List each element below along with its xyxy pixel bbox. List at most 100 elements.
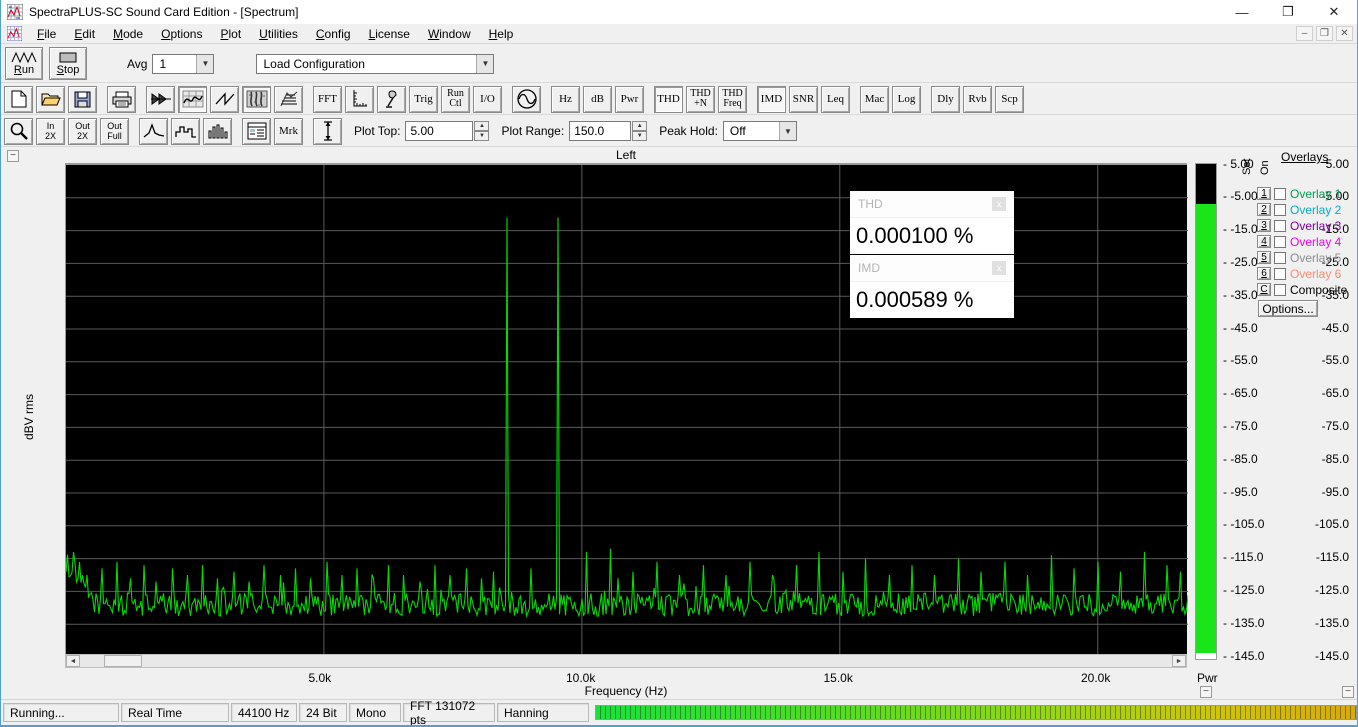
hz-button[interactable]: Hz [551, 86, 580, 113]
bar-plot-button[interactable] [203, 118, 232, 145]
x-tick: 10.0k [566, 671, 595, 685]
menu-window[interactable]: Window [419, 25, 480, 43]
zoom-out-full-button[interactable]: OutFull [100, 118, 129, 145]
thd-n-button[interactable]: THD+N [686, 86, 715, 113]
mdi-restore-button[interactable]: ❐ [1316, 26, 1333, 41]
zoom-button[interactable] [4, 118, 33, 145]
line-plot-button[interactable] [139, 118, 168, 145]
overlay-checkbox-1[interactable] [1274, 188, 1286, 200]
chevron-down-icon[interactable]: ▼ [476, 55, 493, 73]
overlay-set-button-5[interactable]: 5 [1257, 251, 1271, 264]
details-button[interactable] [242, 118, 271, 145]
plot-range-spinner[interactable]: ▲▼ [632, 121, 647, 141]
overlay-pane-minimize-button[interactable]: − [1342, 686, 1354, 698]
fast-forward-button[interactable] [146, 86, 175, 113]
scaling-button[interactable] [345, 86, 374, 113]
fft-settings-button[interactable]: FFT [313, 86, 342, 113]
log-button[interactable]: Log [892, 86, 921, 113]
time-series-view-button[interactable] [210, 86, 239, 113]
signal-generator-button[interactable] [512, 86, 541, 113]
menu-config[interactable]: Config [307, 25, 360, 43]
overlay-checkbox-3[interactable] [1274, 220, 1286, 232]
meter-pane-minimize-button[interactable]: − [1200, 686, 1212, 698]
menu-license[interactable]: License [360, 25, 419, 43]
spin-down-icon[interactable]: ▼ [632, 131, 647, 141]
overlay-checkbox-c[interactable] [1274, 284, 1286, 296]
menu-edit[interactable]: Edit [65, 25, 104, 43]
plot-range-input[interactable]: 150.0 [569, 121, 631, 141]
scroll-left-arrow[interactable]: ◄ [66, 655, 80, 667]
stop-button[interactable]: Stop [49, 47, 87, 80]
chevron-down-icon[interactable]: ▼ [779, 122, 796, 140]
spin-up-icon[interactable]: ▲ [474, 121, 489, 131]
minimize-button[interactable]: — [1219, 0, 1265, 24]
print-button[interactable] [107, 86, 136, 113]
surface-view-button[interactable] [274, 86, 303, 113]
overlay-checkbox-5[interactable] [1274, 252, 1286, 264]
overlay-set-button-4[interactable]: 4 [1257, 235, 1271, 248]
menu-options[interactable]: Options [152, 25, 211, 43]
restore-button[interactable]: ❐ [1265, 0, 1311, 24]
input-device-button[interactable] [377, 86, 406, 113]
close-icon[interactable]: x [992, 197, 1006, 211]
trigger-button[interactable]: Trig [409, 86, 438, 113]
overlay-checkbox-4[interactable] [1274, 236, 1286, 248]
marker-button[interactable]: Mrk [274, 118, 303, 145]
run-button[interactable]: Run [5, 47, 43, 80]
avg-value: 1 [153, 57, 196, 71]
step-plot-button[interactable] [171, 118, 200, 145]
menu-utilities[interactable]: Utilities [250, 25, 307, 43]
leq-button[interactable]: Leq [821, 86, 850, 113]
open-file-button[interactable] [36, 86, 65, 113]
zoom-out-2x-button[interactable]: Out2X [68, 118, 97, 145]
avg-select[interactable]: 1 ▼ [152, 54, 214, 74]
overlay-set-button-6[interactable]: 6 [1257, 267, 1271, 280]
io-button[interactable]: I/O [473, 86, 502, 113]
close-icon[interactable]: x [992, 261, 1006, 275]
vertical-scale-button[interactable] [313, 118, 342, 145]
pwr-button[interactable]: Pwr [615, 86, 644, 113]
reverb-button[interactable]: Rvb [963, 86, 992, 113]
plot-top-input[interactable]: 5.00 [405, 121, 473, 141]
mdi-minimize-button[interactable]: – [1296, 26, 1313, 41]
snr-button[interactable]: SNR [789, 86, 818, 113]
thd-freq-button[interactable]: THDFreq [718, 86, 747, 113]
scroll-thumb[interactable] [104, 655, 142, 667]
run-control-button[interactable]: RunCtl [441, 86, 470, 113]
plot-pane-minimize-button[interactable]: − [7, 150, 19, 162]
db-button[interactable]: dB [583, 86, 612, 113]
menu-plot[interactable]: Plot [211, 25, 250, 43]
spectrum-plot[interactable] [65, 163, 1187, 655]
overlay-row-5: 5Overlay 5 [1257, 250, 1341, 265]
chevron-down-icon[interactable]: ▼ [196, 55, 213, 73]
load-configuration-select[interactable]: Load Configuration ▼ [256, 54, 494, 74]
spectrum-view-button[interactable] [178, 86, 207, 113]
delay-button[interactable]: Dly [931, 86, 960, 113]
close-button[interactable]: ✕ [1311, 0, 1357, 24]
mdi-close-button[interactable]: ✕ [1336, 26, 1353, 41]
new-file-button[interactable] [4, 86, 33, 113]
save-file-button[interactable] [68, 86, 97, 113]
overlay-checkbox-6[interactable] [1274, 268, 1286, 280]
plot-top-spinner[interactable]: ▲▼ [474, 121, 489, 141]
spectrogram-view-button[interactable] [242, 86, 271, 113]
scroll-right-arrow[interactable]: ► [1172, 655, 1186, 667]
imd-button[interactable]: IMD [757, 86, 786, 113]
zoom-in-2x-button[interactable]: In2X [36, 118, 65, 145]
macro-button[interactable]: Mac [860, 86, 889, 113]
overlay-set-button-2[interactable]: 2 [1257, 203, 1271, 216]
menu-file[interactable]: File [28, 25, 65, 43]
scope-button[interactable]: Scp [995, 86, 1024, 113]
spin-up-icon[interactable]: ▲ [632, 121, 647, 131]
menu-help[interactable]: Help [480, 25, 523, 43]
overlay-checkbox-2[interactable] [1274, 204, 1286, 216]
spin-down-icon[interactable]: ▼ [474, 131, 489, 141]
overlay-options-button[interactable]: Options... [1258, 300, 1318, 317]
thd-button[interactable]: THD [654, 86, 683, 113]
overlay-set-button-c[interactable]: C [1257, 283, 1271, 296]
overlay-set-button-3[interactable]: 3 [1257, 219, 1271, 232]
plot-horizontal-scrollbar[interactable]: ◄ ► [65, 654, 1187, 668]
overlay-set-button-1[interactable]: 1 [1257, 187, 1271, 200]
peak-hold-select[interactable]: Off▼ [723, 121, 797, 141]
menu-mode[interactable]: Mode [104, 25, 152, 43]
